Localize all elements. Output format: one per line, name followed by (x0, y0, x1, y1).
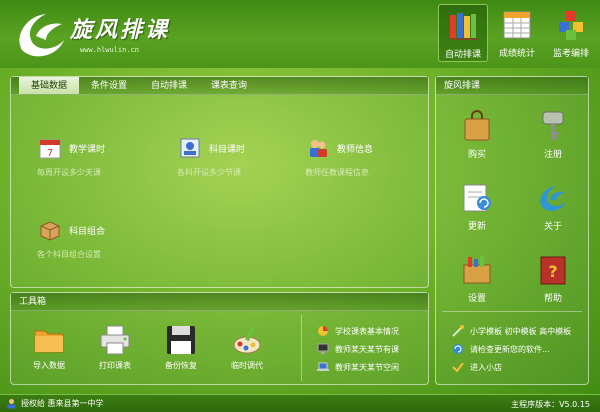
tool-label: 备份恢复 (165, 361, 197, 370)
license-info: 授权给 惠来县第一中学 (6, 398, 104, 409)
version-text: 主程序版本：V5.0.15 (511, 400, 590, 409)
divider (442, 311, 582, 312)
books-icon (449, 13, 477, 40)
pie-chart-icon (318, 326, 328, 336)
tool-label: 临时调代 (231, 361, 263, 370)
about-label: 关于 (543, 222, 562, 232)
topnav-grade-stats[interactable]: 成绩统计 (492, 4, 542, 62)
link-label: 教师某天某节空闲 (335, 362, 399, 372)
svg-text:?: ? (548, 262, 557, 281)
template-icon (452, 325, 464, 337)
app-url: www.hlwulin.cn (80, 46, 140, 54)
paint-icon (233, 326, 261, 354)
monitor-icon (317, 343, 329, 354)
status-bar: 授权给 惠来县第一中学 主程序版本：V5.0.15 (0, 394, 600, 412)
tool-backup-restore[interactable]: 备份恢复 (153, 323, 209, 371)
tab-auto-schedule[interactable]: 自动排课 (139, 77, 199, 94)
feature-title: 教师信息 (337, 145, 374, 155)
checkmark-icon (452, 362, 464, 373)
buy-button[interactable]: 购买 (452, 109, 502, 160)
help-button[interactable]: ? 帮助 (528, 253, 578, 304)
feature-title: 科目组合 (69, 227, 106, 237)
topnav-auto-schedule[interactable]: 自动排课 (438, 4, 488, 62)
update-icon (463, 184, 491, 212)
link-teacher-busy[interactable]: 教师某天某节有课 (317, 343, 399, 355)
feature-subtitle: 每周开设多少天课 (37, 168, 101, 177)
product-title: 旋风排课 (444, 81, 481, 91)
register-button[interactable]: 注册 (528, 109, 578, 160)
subject-icon (180, 138, 200, 158)
shopping-bag-icon (464, 110, 490, 141)
printer-icon (100, 325, 130, 355)
tool-temp-substitute[interactable]: 临时调代 (219, 323, 275, 371)
basic-data-panel: 基础数据 条件设置 自动排课 课表查询 7 教学课时 每周开设多少天课 科目课时… (10, 76, 429, 288)
link-school-overview[interactable]: 学校课表基本情况 (317, 325, 399, 337)
topnav-label: 自动排课 (444, 50, 481, 60)
tab-schedule-query[interactable]: 课表查询 (199, 77, 259, 94)
teachers-icon (310, 140, 327, 157)
folder-icon (34, 330, 64, 353)
feature-title: 科目课时 (209, 145, 246, 155)
divider (301, 315, 302, 381)
link-label: 请检查更新您的软件... (470, 344, 550, 354)
tool-label: 导入数据 (33, 361, 65, 370)
top-navigation: 自动排课 成绩统计 监考编排 (438, 4, 596, 62)
topnav-label: 监考编排 (552, 49, 589, 59)
logo-swirl-icon (540, 186, 566, 211)
feature-subtitle: 各个科目组合设置 (37, 250, 101, 259)
help-label: 帮助 (543, 294, 562, 304)
spreadsheet-icon (503, 11, 531, 39)
settings-button[interactable]: 设置 (452, 253, 502, 304)
user-icon (7, 399, 16, 409)
link-label: 进入小店 (470, 362, 502, 372)
toolbox-title: 工具箱 (19, 297, 47, 307)
floppy-icon (167, 326, 195, 354)
toolbox-header: 工具箱 (11, 293, 428, 311)
tool-label: 打印课表 (99, 361, 131, 370)
toolbox-panel: 工具箱 导入数据 打印课表 备份恢复 临时调代 学校课表基本情况 教师某天某节有… (10, 292, 429, 385)
topnav-exam-proctor[interactable]: 监考编排 (546, 4, 596, 62)
tab-bar: 基础数据 条件设置 自动排课 课表查询 (11, 77, 428, 95)
license-text: 授权给 惠来县第一中学 (21, 399, 104, 408)
tab-conditions[interactable]: 条件设置 (79, 77, 139, 94)
key-icon (542, 111, 564, 140)
link-label: 教师某天某节有课 (335, 344, 399, 354)
buy-label: 购买 (467, 150, 486, 160)
refresh-icon (453, 344, 463, 354)
link-label: 小学模板 初中模板 高中模板 (470, 326, 572, 336)
feature-subtitle: 各科开设多少节课 (177, 168, 241, 177)
update-label: 更新 (467, 222, 486, 232)
feature-title: 教学课时 (69, 145, 106, 155)
tool-print-schedule[interactable]: 打印课表 (87, 323, 143, 371)
package-icon (40, 221, 60, 241)
calendar-icon: 7 (39, 139, 61, 159)
topnav-label: 成绩统计 (498, 49, 535, 59)
product-panel: 旋风排课 购买 注册 更新 关于 设置 ? 帮助 小学模板 初中模板 高中模板 … (435, 76, 589, 385)
laptop-icon (317, 362, 329, 371)
help-book-icon: ? (540, 256, 566, 285)
link-check-update[interactable]: 请检查更新您的软件... (452, 343, 550, 355)
tab-basic-data[interactable]: 基础数据 (19, 77, 80, 94)
tool-import-data[interactable]: 导入数据 (21, 323, 77, 371)
app-logo: 旋风排课 www.hlwulin.cn (12, 6, 182, 62)
settings-box-icon (463, 256, 491, 284)
about-button[interactable]: 关于 (528, 181, 578, 232)
link-label: 学校课表基本情况 (335, 326, 399, 336)
link-templates[interactable]: 小学模板 初中模板 高中模板 (452, 325, 571, 337)
register-label: 注册 (543, 150, 562, 160)
link-teacher-free[interactable]: 教师某天某节空闲 (317, 361, 399, 373)
svg-text:7: 7 (47, 148, 53, 159)
app-title: 旋风排课 (70, 17, 171, 43)
link-shop[interactable]: 进入小店 (452, 361, 502, 373)
product-header: 旋风排课 (436, 77, 588, 95)
cubes-icon (559, 11, 583, 40)
settings-label: 设置 (467, 294, 486, 304)
update-button[interactable]: 更新 (452, 181, 502, 232)
app-header: 旋风排课 www.hlwulin.cn 自动排课 成绩统计 监考编排 (0, 0, 600, 68)
feature-subtitle: 教师任教课程信息 (305, 168, 369, 177)
logo-swirl-icon (19, 14, 64, 57)
